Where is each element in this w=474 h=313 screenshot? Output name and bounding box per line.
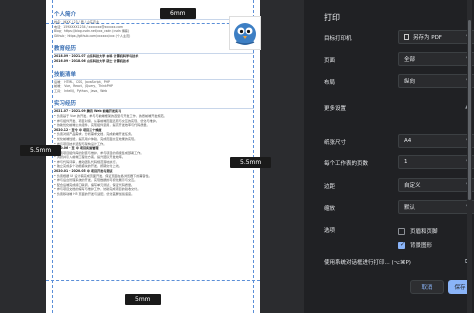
margin-guide-left: [52, 0, 53, 313]
scale-label: 缩放: [324, 206, 336, 212]
background-graphics-checkbox[interactable]: [398, 241, 405, 249]
cancel-button[interactable]: 取消: [410, 280, 444, 294]
layout-row: 布局 纵向 ▼: [324, 74, 474, 90]
panel-title: 打印: [324, 13, 340, 22]
pages-per-sheet-value: 1: [404, 159, 408, 165]
destination-value: 另存为 PDF: [413, 35, 442, 41]
resume-section-title: 技能清单: [54, 70, 254, 80]
resume-section-title: 教育经历: [54, 44, 254, 55]
pages-select[interactable]: 全部 ▼: [398, 52, 474, 66]
options-label: 选项: [324, 228, 336, 234]
headers-footers-label: 页眉和页脚: [410, 229, 438, 235]
pages-value: 全部: [404, 57, 416, 63]
avatar: [229, 16, 261, 50]
pages-per-sheet-select[interactable]: 1 ▼: [398, 155, 474, 169]
system-dialog-label: 使用系统对话框进行打印... (⌥⌘P): [324, 260, 411, 266]
bird-avatar-icon: [234, 23, 256, 45]
pages-per-sheet-row: 每个工作表的页数 1 ▼: [324, 155, 474, 171]
layout-select[interactable]: 纵向 ▼: [398, 74, 474, 88]
margin-label-top: 6mm: [160, 8, 196, 19]
resume-line: Github：https://github.com/xxxxxx/xxx (个人…: [54, 33, 131, 38]
pages-label: 页面: [324, 58, 336, 64]
resume-line: 负责移动端 H5 页面的开发与适配，优化首屏加载速度。: [54, 192, 254, 197]
margin-label-right: 5.5mm: [230, 157, 272, 168]
pages-row: 页面 全部 ▼: [324, 52, 474, 68]
destination-row: 目标打印机 另存为 PDF ▼: [324, 30, 474, 46]
resume-content: 个人简介 姓名：徐XX | 23 / 男 / 山东农业 电话：159XXXX1234…: [54, 10, 261, 197]
destination-label: 目标打印机: [324, 36, 352, 42]
background-graphics-label: 背景图形: [410, 243, 433, 249]
margins-select[interactable]: 自定义 ▼: [398, 178, 474, 192]
more-settings-toggle[interactable]: 更多设置 ▲: [324, 104, 469, 116]
paper-size-select[interactable]: A4 ▼: [398, 134, 474, 148]
resume-section-title: 实习经历: [54, 99, 254, 110]
headers-footers-checkbox[interactable]: [398, 227, 405, 235]
destination-select[interactable]: 另存为 PDF ▼: [398, 30, 474, 44]
settings-scrollbar[interactable]: [467, 0, 472, 313]
margins-label: 边距: [324, 184, 336, 190]
scale-select[interactable]: 默认 ▼: [398, 200, 474, 214]
document-icon: [404, 34, 409, 40]
margins-value: 自定义: [404, 183, 421, 189]
layout-label: 布局: [324, 80, 336, 86]
paper-size-label: 纸张尺寸: [324, 140, 347, 146]
resume-line: 工具： IntelliJ、Python、Java、Web: [54, 88, 108, 93]
scrollbar-thumb[interactable]: [468, 20, 471, 200]
paper-size-row: 纸张尺寸 A4 ▼: [324, 134, 474, 150]
margins-row: 边距 自定义 ▼: [324, 178, 474, 194]
resume-section-title: 个人简介: [54, 10, 254, 20]
scale-value: 默认: [404, 205, 416, 211]
more-settings-label: 更多设置: [324, 106, 347, 112]
system-dialog-link[interactable]: 使用系统对话框进行打印... (⌥⌘P) ⧉: [324, 258, 469, 266]
scale-row: 缩放 默认 ▼: [324, 200, 474, 216]
margin-guide-bottom: [46, 280, 260, 281]
paper-size-value: A4: [404, 138, 412, 144]
pages-per-sheet-label: 每个工作表的页数: [324, 161, 369, 167]
background-graphics-option[interactable]: 背景图形: [398, 240, 468, 250]
resume-line: 2016.09 - 2018.06 山东科技大学 硕士 计算机技术: [54, 58, 130, 63]
headers-footers-option[interactable]: 页眉和页脚: [398, 226, 468, 236]
layout-value: 纵向: [404, 79, 416, 85]
margin-label-left: 5.5mm: [20, 145, 62, 156]
print-settings-panel: 打印 目标打印机 另存为 PDF ▼ 页面 全部 ▼ 布局 纵向 ▼ 更多设置 …: [304, 0, 474, 313]
margin-label-bottom: 5mm: [125, 294, 161, 305]
print-preview-area: 个人简介 姓名：徐XX | 23 / 男 / 山东农业 电话：159XXXX1234…: [0, 0, 304, 313]
